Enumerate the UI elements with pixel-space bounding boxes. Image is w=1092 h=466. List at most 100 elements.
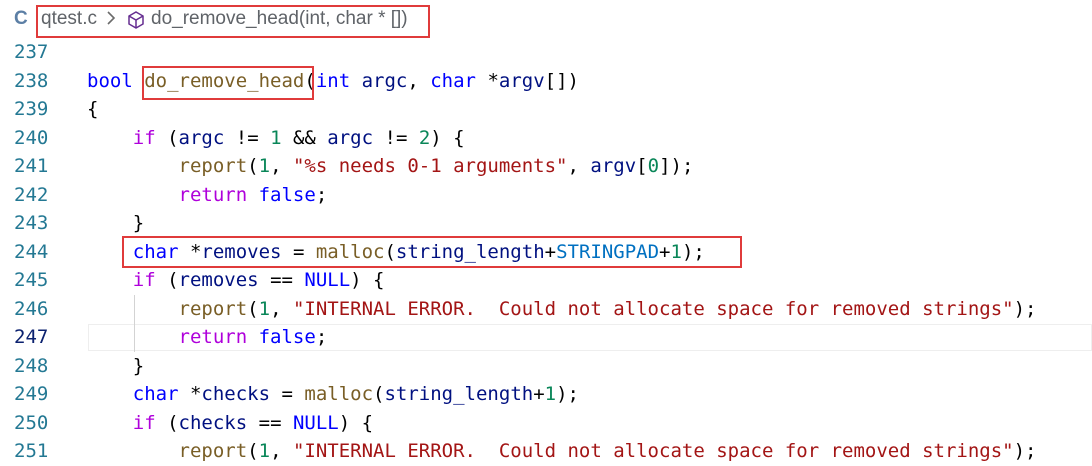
- code-token: ,: [407, 69, 431, 92]
- code-token: 0: [647, 155, 660, 177]
- code-token: removes: [201, 240, 282, 263]
- line-number: 248: [14, 354, 49, 377]
- code-token: ;: [315, 183, 328, 206]
- code-line[interactable]: 241 report(1, "%s needs 0-1 arguments", …: [0, 152, 1092, 181]
- code-token: 1: [258, 297, 271, 320]
- code-line[interactable]: 243 }: [0, 209, 1092, 238]
- code-token: !=: [373, 126, 419, 149]
- code-token: argc: [327, 126, 374, 149]
- code-token: report: [178, 440, 248, 462]
- code-token: "%s needs 0-1 arguments": [292, 155, 568, 177]
- code-token: ,: [270, 297, 293, 320]
- code-line[interactable]: 238 bool do_remove_head(int argc, char *a…: [0, 67, 1092, 96]
- code-text: }: [87, 352, 144, 381]
- code-token: "INTERNAL ERROR. Could not allocate spac…: [292, 440, 1014, 462]
- line-number: 242: [14, 183, 49, 206]
- line-number: 238: [14, 69, 49, 92]
- code-token: ) {: [430, 126, 465, 149]
- code-token: !=: [224, 126, 271, 149]
- code-token: NULL: [304, 269, 351, 291]
- code-token: *: [487, 69, 499, 92]
- code-token: &&: [281, 126, 328, 149]
- code-token: 1: [258, 440, 271, 462]
- code-token: 1: [544, 383, 557, 405]
- line-number: 239: [14, 98, 49, 120]
- code-token: char: [430, 69, 488, 92]
- code-line[interactable]: 242 return false;: [0, 181, 1092, 210]
- code-token: false: [258, 183, 316, 206]
- code-line[interactable]: 248 }: [0, 352, 1092, 381]
- breadcrumb-symbol[interactable]: do_remove_head(int, char * []): [151, 8, 408, 30]
- code-text: char *removes = malloc(string_length+STR…: [87, 238, 705, 267]
- code-token: );: [1013, 440, 1037, 462]
- code-token: }: [87, 212, 145, 234]
- code-token: ]);: [659, 155, 694, 177]
- code-line[interactable]: 240 if (argc != 1 && argc != 2) {: [0, 124, 1092, 153]
- code-token: ,: [270, 440, 293, 462]
- code-token: 2: [418, 126, 431, 149]
- code-token: ) {: [350, 269, 385, 291]
- code-token: ==: [247, 411, 293, 434]
- code-line[interactable]: 250 if (checks == NULL) {: [0, 409, 1092, 438]
- code-token: (: [155, 126, 179, 149]
- code-line[interactable]: 239 {: [0, 95, 1092, 124]
- code-token: 1: [270, 126, 282, 149]
- code-token: malloc: [315, 240, 385, 263]
- code-token: (: [304, 69, 316, 92]
- code-token: );: [681, 240, 705, 263]
- chevron-right-icon: [104, 9, 118, 33]
- code-token: argv: [590, 155, 637, 177]
- code-token: (: [155, 411, 179, 434]
- line-number: 250: [14, 411, 49, 434]
- code-token: []): [544, 69, 579, 92]
- code-text: char *checks = malloc(string_length+1);: [87, 380, 579, 409]
- code-token: {: [87, 98, 99, 120]
- code-token: =: [281, 240, 316, 263]
- code-token: *: [189, 240, 202, 263]
- code-token: );: [556, 383, 579, 405]
- code-token: );: [1013, 297, 1037, 320]
- line-number: 251: [14, 440, 49, 462]
- code-text: if (checks == NULL) {: [87, 409, 373, 438]
- code-line[interactable]: 237: [0, 38, 1092, 67]
- code-line[interactable]: 246 report(1, "INTERNAL ERROR. Could not…: [0, 295, 1092, 324]
- code-line[interactable]: 249 char *checks = malloc(string_length+…: [0, 380, 1092, 409]
- code-text: {: [87, 95, 98, 124]
- code-text: if (removes == NULL) {: [87, 266, 385, 295]
- code-token: NULL: [292, 411, 339, 434]
- code-token: return: [178, 326, 248, 348]
- code-token: if: [132, 126, 156, 149]
- code-token: (: [373, 383, 385, 405]
- code-token: }: [87, 354, 145, 377]
- line-number: 244: [14, 240, 49, 263]
- code-token: false: [258, 326, 316, 348]
- line-number: 249: [14, 383, 49, 405]
- code-line[interactable]: 251 report(1, "INTERNAL ERROR. Could not…: [0, 437, 1092, 466]
- line-number: 247: [14, 326, 49, 348]
- c-language-icon: C: [14, 8, 28, 29]
- code-token: ,: [567, 155, 591, 177]
- code-token: +: [659, 240, 671, 263]
- code-token: bool: [87, 69, 145, 92]
- breadcrumb-file[interactable]: qtest.c: [41, 8, 97, 30]
- code-token: ==: [258, 269, 305, 291]
- indent-guide: [134, 294, 135, 352]
- code-token: argc: [361, 69, 408, 92]
- code-line[interactable]: 247 return false;: [0, 323, 1092, 352]
- code-line[interactable]: 245 if (removes == NULL) {: [0, 266, 1092, 295]
- code-token: (: [247, 297, 259, 320]
- code-token: +: [544, 240, 557, 263]
- code-token: argc: [178, 126, 225, 149]
- code-token: malloc: [304, 383, 374, 405]
- code-token: checks: [178, 411, 248, 434]
- code-editor[interactable]: 237 238 bool do_remove_head(int argc, char…: [0, 38, 1092, 462]
- code-line[interactable]: 244 char *removes = malloc(string_length…: [0, 238, 1092, 267]
